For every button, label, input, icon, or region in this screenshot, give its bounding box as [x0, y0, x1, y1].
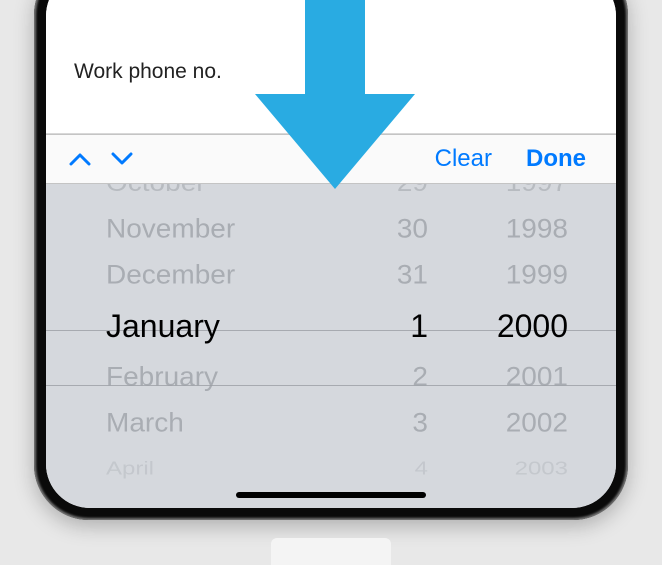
done-button[interactable]: Done: [518, 145, 594, 173]
phone-screen: Work phone no. Clear Done September28199…: [46, 0, 616, 508]
picker-month[interactable]: February: [106, 362, 338, 393]
phone-frame: Work phone no. Clear Done September28199…: [34, 0, 628, 520]
picker-row[interactable]: April42003: [46, 452, 616, 487]
chevron-down-icon: [111, 152, 133, 166]
keyboard-accessory-bar: Clear Done: [46, 134, 616, 184]
picker-year[interactable]: 1997: [428, 184, 568, 197]
picker-row[interactable]: November301998: [46, 207, 616, 251]
picker-day[interactable]: 4: [338, 459, 428, 480]
next-field-button[interactable]: [110, 147, 134, 171]
picker-month[interactable]: March: [106, 408, 338, 439]
picker-year[interactable]: 1999: [428, 260, 568, 291]
chevron-up-icon: [69, 152, 91, 166]
picker-year[interactable]: 2004: [428, 507, 568, 508]
picker-day[interactable]: 3: [338, 408, 428, 439]
picker-day[interactable]: 2: [338, 362, 428, 393]
picker-month[interactable]: October: [106, 184, 338, 197]
picker-row[interactable]: February22001: [46, 355, 616, 399]
date-picker[interactable]: September281996October291997November3019…: [46, 184, 616, 508]
picker-month[interactable]: April: [106, 459, 338, 480]
clear-button[interactable]: Clear: [427, 145, 500, 173]
work-phone-field[interactable]: Work phone no.: [74, 60, 588, 84]
picker-month[interactable]: January: [106, 308, 338, 345]
picker-day[interactable]: 31: [338, 260, 428, 291]
picker-month[interactable]: May: [106, 507, 338, 508]
picker-year[interactable]: 2000: [428, 308, 568, 345]
picker-row[interactable]: October291997: [46, 184, 616, 203]
picker-year[interactable]: 2001: [428, 362, 568, 393]
picker-day[interactable]: 29: [338, 184, 428, 197]
picker-row[interactable]: March32002: [46, 401, 616, 445]
picker-row-selected[interactable]: January12000: [46, 298, 616, 354]
picker-month[interactable]: December: [106, 260, 338, 291]
picker-month[interactable]: November: [106, 214, 338, 245]
picker-row[interactable]: December311999: [46, 253, 616, 297]
form-area: Work phone no.: [46, 0, 616, 134]
picker-day[interactable]: 30: [338, 214, 428, 245]
picker-day[interactable]: 1: [338, 308, 428, 345]
home-indicator[interactable]: [236, 492, 426, 498]
picker-year[interactable]: 2002: [428, 408, 568, 439]
picker-year[interactable]: 2003: [428, 459, 568, 480]
picker-year[interactable]: 1998: [428, 214, 568, 245]
charging-cable: [271, 538, 391, 565]
picker-day[interactable]: 5: [338, 507, 428, 508]
prev-field-button[interactable]: [68, 147, 92, 171]
picker-row[interactable]: May52004: [46, 501, 616, 508]
